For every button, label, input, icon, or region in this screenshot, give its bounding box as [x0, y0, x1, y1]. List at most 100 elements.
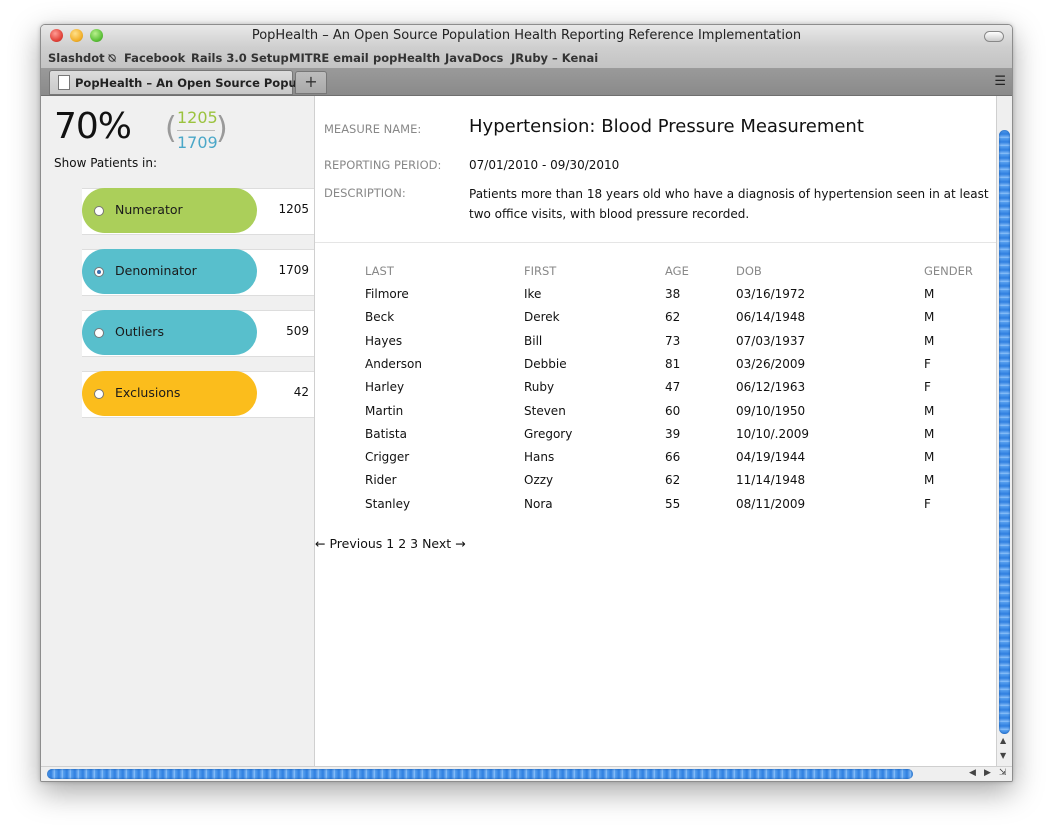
column-header-first[interactable]: FIRST	[524, 264, 556, 278]
cell-last: Rider	[365, 473, 397, 487]
cell-last: Anderson	[365, 357, 422, 371]
cell-last: Beck	[365, 310, 395, 324]
bookmark-jruby-kenai[interactable]: JRuby – Kenai	[511, 51, 598, 65]
horizontal-scrollbar[interactable]: ◀ ▶ ⇲	[41, 766, 1012, 781]
cell-first: Ruby	[524, 380, 555, 394]
category-label: Numerator	[115, 202, 183, 217]
cell-last: Crigger	[365, 450, 410, 464]
tab-bar: PopHealth – An Open Source Popu… + ☰	[41, 68, 1012, 96]
cell-age: 39	[665, 427, 681, 441]
cell-last: Hayes	[365, 334, 403, 348]
cell-gender: M	[924, 334, 935, 348]
cell-gender: M	[924, 310, 935, 324]
tab-list-icon[interactable]: ☰	[994, 74, 1006, 89]
fraction-close-paren: )	[216, 111, 228, 146]
bookmark-javadocs[interactable]: JavaDocs	[445, 51, 503, 65]
column-header-age[interactable]: AGE	[665, 264, 689, 278]
reporting-period-label: REPORTING PERIOD:	[324, 158, 442, 172]
cell-dob: 03/26/2009	[736, 357, 806, 371]
resize-grip-icon[interactable]: ⇲	[999, 768, 1007, 778]
category-pill[interactable]: Exclusions	[82, 371, 257, 416]
measure-name-label: MEASURE NAME:	[324, 122, 422, 136]
cell-dob: 10/10/.2009	[736, 427, 809, 441]
cell-first: Ike	[524, 287, 542, 301]
cell-last: Filmore	[365, 287, 409, 301]
cell-first: Steven	[524, 404, 566, 418]
tab-pophealth[interactable]: PopHealth – An Open Source Popu…	[49, 70, 308, 95]
cell-dob: 03/16/1972	[736, 287, 806, 301]
cell-first: Hans	[524, 450, 555, 464]
column-header-gender[interactable]: GENDER	[924, 264, 973, 278]
fraction-open-paren: (	[165, 111, 177, 146]
radio-button[interactable]	[94, 206, 104, 216]
fraction-numerator: 1205	[177, 108, 218, 127]
horizontal-scroll-thumb[interactable]	[47, 769, 913, 779]
scroll-down-arrow-icon[interactable]: ▼	[1000, 751, 1006, 760]
category-pill[interactable]: Numerator	[82, 188, 257, 233]
cell-age: 38	[665, 287, 681, 301]
section-divider	[315, 242, 996, 243]
cell-first: Bill	[524, 334, 543, 348]
measure-description: Patients more than 18 years old who have…	[469, 187, 989, 221]
radio-button[interactable]	[94, 328, 104, 338]
category-outliers[interactable]: Outliers 509	[82, 310, 314, 357]
cell-gender: M	[924, 427, 935, 441]
show-patients-label: Show Patients in:	[54, 156, 158, 170]
cell-first: Derek	[524, 310, 560, 324]
cell-gender: F	[924, 497, 931, 511]
cell-dob: 09/10/1950	[736, 404, 806, 418]
description-label: DESCRIPTION:	[324, 186, 406, 200]
scroll-right-arrow-icon[interactable]: ▶	[984, 768, 991, 778]
page-link-1[interactable]: 1	[386, 536, 394, 551]
category-pill[interactable]: Denominator	[82, 249, 257, 294]
category-exclusions[interactable]: Exclusions 42	[82, 371, 314, 418]
page-link-2[interactable]: 2	[398, 536, 406, 551]
category-denominator[interactable]: Denominator 1709	[82, 249, 314, 296]
column-header-last[interactable]: LAST	[365, 264, 394, 278]
category-count: 509	[286, 324, 309, 338]
cell-last: Batista	[365, 427, 407, 441]
cell-first: Nora	[524, 497, 553, 511]
cell-age: 62	[665, 473, 681, 487]
toolbar-toggle-button[interactable]	[984, 31, 1004, 42]
bookmarks-bar: Slashdot ⍉ Facebook Rails 3.0 Setup MITR…	[41, 47, 1012, 68]
category-label: Denominator	[115, 263, 197, 278]
cell-dob: 04/19/1944	[736, 450, 806, 464]
cell-first: Gregory	[524, 427, 573, 441]
cell-gender: F	[924, 380, 931, 394]
category-numerator[interactable]: Numerator 1205	[82, 188, 314, 235]
cell-gender: F	[924, 357, 931, 371]
bookmark-slashdot[interactable]: Slashdot ⍉	[48, 51, 116, 66]
fraction-divider	[177, 130, 215, 131]
radio-button[interactable]	[94, 389, 104, 399]
column-header-dob[interactable]: DOB	[736, 264, 762, 278]
radio-button-selected[interactable]	[94, 267, 104, 277]
percent-value: 70%	[54, 106, 132, 147]
category-pill[interactable]: Outliers	[82, 310, 257, 355]
browser-window: PopHealth – An Open Source Population He…	[40, 24, 1013, 782]
vertical-scroll-thumb[interactable]	[999, 130, 1010, 734]
cell-gender: M	[924, 287, 935, 301]
next-link[interactable]: Next →	[422, 536, 466, 551]
page-link-3[interactable]: 3	[410, 536, 418, 551]
cell-age: 81	[665, 357, 681, 371]
fraction-denominator: 1709	[177, 133, 218, 152]
new-tab-button[interactable]: +	[295, 71, 327, 94]
sidebar: 70% ( 1205 1709 ) Show Patients in: Nume…	[41, 96, 315, 766]
previous-link[interactable]: ← Previous	[315, 536, 382, 551]
scroll-left-arrow-icon[interactable]: ◀	[969, 768, 976, 778]
vertical-scrollbar[interactable]: ▲ ▼	[996, 96, 1012, 766]
cell-age: 47	[665, 380, 681, 394]
cell-dob: 07/03/1937	[736, 334, 806, 348]
pagination: ← Previous 1 2 3 Next →	[315, 536, 466, 551]
category-count: 1709	[278, 263, 309, 277]
cell-age: 73	[665, 334, 681, 348]
cell-dob: 08/11/2009	[736, 497, 806, 511]
cell-first: Debbie	[524, 357, 567, 371]
bookmark-mitre-email[interactable]: MITRE email	[289, 51, 369, 65]
cell-gender: M	[924, 404, 935, 418]
bookmark-rails-setup[interactable]: Rails 3.0 Setup	[191, 51, 289, 65]
bookmark-pophealth[interactable]: popHealth	[373, 51, 440, 65]
bookmark-facebook[interactable]: Facebook	[124, 51, 185, 65]
scroll-up-arrow-icon[interactable]: ▲	[1000, 736, 1006, 745]
